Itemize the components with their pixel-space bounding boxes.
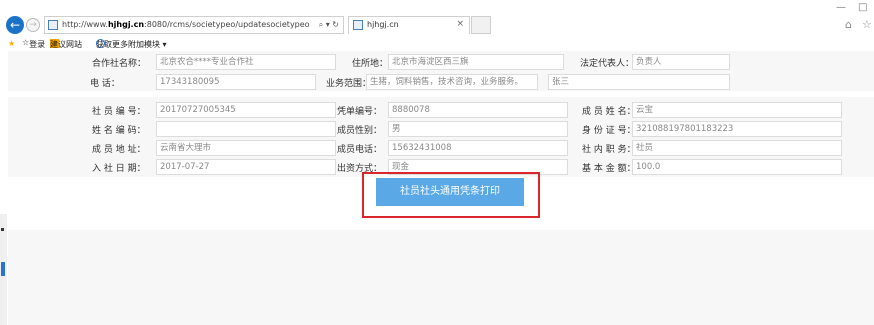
role-label: 社 内 职 务：	[582, 145, 636, 155]
member-phone-field[interactable]: 15632431008	[388, 140, 568, 156]
browser-tab[interactable]: hjhgj.cn ×	[348, 16, 470, 34]
search-refresh-icon[interactable]: ⌕ ▾ ↻	[319, 20, 339, 30]
favorites-star-icon[interactable]: ☆	[862, 18, 872, 31]
legal-rep-label: 法定代表人：	[580, 59, 635, 69]
browser-chrome: ← → http://www.hjhgj.cn:8080/rcms/societ…	[0, 0, 874, 50]
join-date-field[interactable]: 2017-07-27	[156, 159, 336, 175]
member-no-label: 社 员 编 号：	[92, 107, 146, 117]
address-label: 住所地：	[352, 59, 389, 69]
close-tab-icon[interactable]: ×	[456, 19, 464, 29]
business-label: 业务范围：	[326, 79, 372, 89]
address-bar[interactable]: http://www.hjhgj.cn:8080/rcms/societypeo…	[44, 16, 344, 34]
id-number-field[interactable]: 321088197801183223	[632, 121, 842, 137]
coop-name-label: 合作社名称：	[92, 59, 147, 69]
gender-field[interactable]: 男	[388, 121, 568, 137]
member-name-field[interactable]: 云宝	[632, 102, 842, 118]
member-no-field[interactable]: 20170727005345	[156, 102, 336, 118]
voucher-no-field[interactable]: 8880078	[388, 102, 568, 118]
tab-page-icon	[353, 20, 363, 30]
tab-title: hjhgj.cn	[367, 20, 399, 29]
business-field[interactable]: 生猪，饲料销售，技术咨询，业务服务。	[366, 74, 538, 90]
member-address-label: 成 员 地 址：	[92, 145, 146, 155]
legal-rep-field[interactable]: 负责人	[632, 54, 730, 70]
maximize-icon[interactable]: □	[858, 2, 867, 13]
print-voucher-button[interactable]: 社员社头通用凭条打印	[376, 178, 524, 206]
join-date-label: 入 社 日 期：	[92, 164, 146, 174]
bottom-panel	[8, 230, 874, 325]
base-amount-field[interactable]: 100.0	[632, 159, 842, 175]
member-phone-label: 成员电话：	[337, 145, 383, 155]
minimize-icon[interactable]: —	[836, 2, 846, 13]
sidebar-marker	[1, 228, 4, 231]
address-field[interactable]: 北京市海淀区西三旗	[388, 54, 564, 70]
name-code-label: 姓 名 编 码：	[92, 126, 146, 136]
contact-field[interactable]: 张三	[548, 74, 730, 90]
url-text: http://www.hjhgj.cn:8080/rcms/societypeo…	[62, 20, 310, 29]
forward-button[interactable]: →	[26, 18, 40, 32]
base-amount-label: 基 本 金 额：	[582, 164, 636, 174]
voucher-no-label: 凭单编号：	[337, 107, 383, 117]
id-number-label: 身 份 证 号：	[582, 126, 636, 136]
name-code-field[interactable]	[156, 121, 336, 137]
phone-field[interactable]: 17343180095	[156, 74, 316, 90]
new-tab-button[interactable]	[471, 16, 491, 34]
back-button[interactable]: ←	[6, 16, 24, 34]
member-address-field[interactable]: 云南省大理市	[156, 140, 336, 156]
page-icon	[48, 20, 58, 30]
favorites-bar: ★ ☆ 登录 建议网站 获取更多附加模块 ▾	[8, 38, 167, 49]
role-field[interactable]: 社员	[632, 140, 842, 156]
member-name-label: 成 员 姓 名：	[582, 107, 636, 117]
coop-name-field[interactable]: 北京农合****专业合作社	[156, 54, 336, 70]
phone-label: 电 话：	[90, 79, 120, 89]
favorite-login[interactable]: ☆ 登录	[22, 38, 45, 49]
home-icon[interactable]: ⌂	[845, 18, 852, 31]
gender-label: 成员性别：	[337, 126, 383, 136]
sidebar-toggle[interactable]	[1, 262, 5, 276]
